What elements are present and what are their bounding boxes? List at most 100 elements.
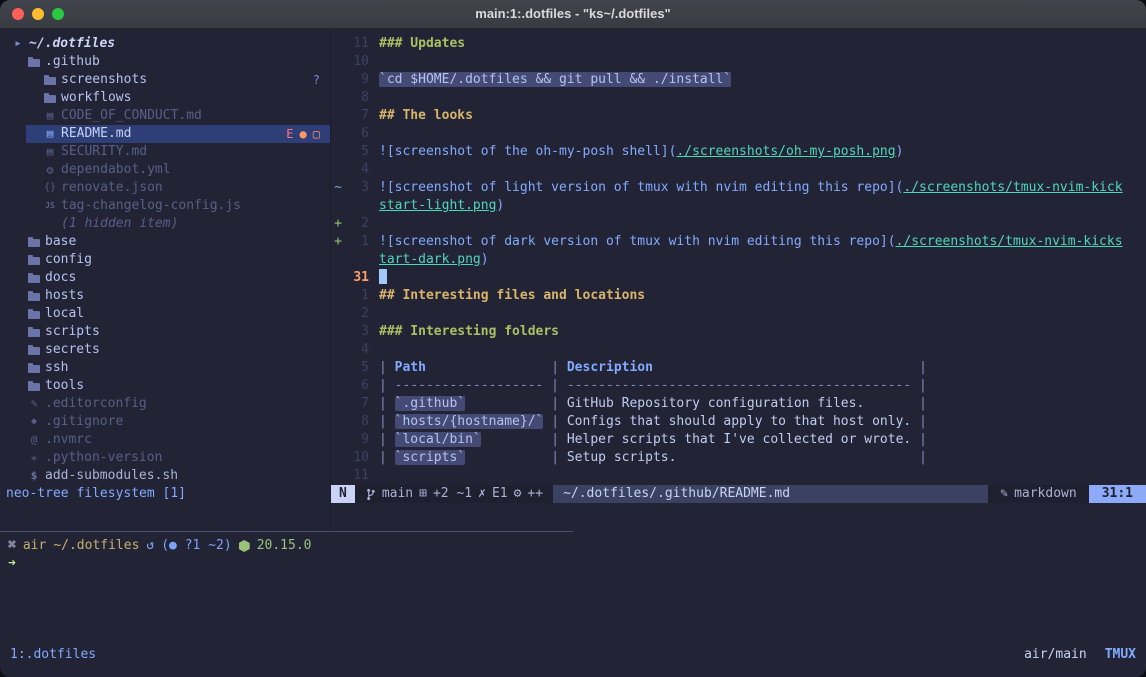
text-span-pipe: | <box>919 396 927 411</box>
tree-item-config[interactable]: config <box>0 251 330 269</box>
none-icon <box>42 215 58 233</box>
text-span-cell: Helper scripts that I've collected or wr… <box>567 432 911 447</box>
tree-item-label: dependabot.yml <box>61 161 171 179</box>
tree-item-base[interactable]: base <box>0 233 330 251</box>
tree-item-security-md[interactable]: SECURITY.md <box>0 143 330 161</box>
tree-item-github[interactable]: .github <box>0 53 330 71</box>
arrow-icon <box>10 35 26 53</box>
tree-item-hosts[interactable]: hosts <box>0 287 330 305</box>
text-span-pipe: | <box>379 432 395 447</box>
text-span-sp <box>676 450 919 465</box>
neotree-statusline: neo-tree filesystem [1] <box>6 485 186 503</box>
line-number: 1 <box>345 233 369 251</box>
editor-line[interactable]: tart-dark.png) <box>331 251 1146 269</box>
current-file-path: ~/.dotfiles/.github/README.md <box>553 485 988 503</box>
tree-item-editorconfig[interactable]: .editorconfig <box>0 395 330 413</box>
editor-line[interactable]: 9| `local/bin` | Helper scripts that I'v… <box>331 431 1146 449</box>
tree-item-label: scripts <box>45 323 100 341</box>
line-text: ### Updates <box>379 35 465 53</box>
git-info-segment: main +2 ~1 E1 ++ <box>355 485 553 503</box>
editor-line[interactable]: 1## Interesting files and locations <box>331 287 1146 305</box>
text-span-code: `local/bin` <box>395 432 481 447</box>
tree-item-gitignore[interactable]: .gitignore <box>0 413 330 431</box>
tree-item-renovate-json[interactable]: renovate.json <box>0 179 330 197</box>
line-text: ![screenshot of light version of tmux wi… <box>379 179 1123 197</box>
editor-line[interactable]: +1![screenshot of dark version of tmux w… <box>331 233 1146 251</box>
editor-line[interactable]: 11 <box>331 467 1146 485</box>
at-icon <box>26 431 42 449</box>
gitsign-column <box>331 197 345 215</box>
gitsign-column <box>331 53 345 71</box>
tree-item-scripts[interactable]: scripts <box>0 323 330 341</box>
gitsign-column <box>331 287 345 305</box>
cursor <box>379 269 387 284</box>
editor-line[interactable]: 10 <box>331 53 1146 71</box>
tree-item-tag-changelog-config-js[interactable]: tag-changelog-config.js <box>0 197 330 215</box>
tree-item-tools[interactable]: tools <box>0 377 330 395</box>
tree-item-dependabot-yml[interactable]: dependabot.yml <box>0 161 330 179</box>
gitsign-column <box>331 413 345 431</box>
editor-line[interactable]: 8| `hosts/{hostname}/` | Configs that sh… <box>331 413 1146 431</box>
line-text: `cd $HOME/.dotfiles && git pull && ./ins… <box>379 71 731 89</box>
tree-item-python-version[interactable]: .python-version <box>0 449 330 467</box>
tree-item-secrets[interactable]: secrets <box>0 341 330 359</box>
editor-line[interactable]: 7## The looks <box>331 107 1146 125</box>
item-badges: ? <box>313 71 320 89</box>
text-span-cell: Setup scripts. <box>567 450 677 465</box>
editor-line[interactable]: 5![screenshot of the oh-my-posh shell](.… <box>331 143 1146 161</box>
shell-pane[interactable]: air ~/.dotfiles (● ?1 ~2) 20.15.0 ➜ <box>0 537 1146 573</box>
text-span-pipe: | <box>551 450 567 465</box>
editor-line[interactable]: 5| Path | Description | <box>331 359 1146 377</box>
tree-item-label: secrets <box>45 341 100 359</box>
editor-line[interactable]: 3### Interesting folders <box>331 323 1146 341</box>
tree-item-label: .python-version <box>45 449 162 467</box>
editor-line[interactable]: 9`cd $HOME/.dotfiles && git pull && ./in… <box>331 71 1146 89</box>
text-span-link: ) <box>481 252 489 267</box>
tree-item-nvmrc[interactable]: .nvmrc <box>0 431 330 449</box>
tree-item-add-submodules-sh[interactable]: add-submodules.sh <box>0 467 330 485</box>
text-span-sp <box>465 450 551 465</box>
editor-line[interactable]: 8 <box>331 89 1146 107</box>
editor-line[interactable]: start-light.png) <box>331 197 1146 215</box>
editor-line[interactable]: 4 <box>331 161 1146 179</box>
tree-item-screenshots[interactable]: screenshots? <box>0 71 330 89</box>
editor-line[interactable]: +2 <box>331 215 1146 233</box>
editor-line[interactable]: 2 <box>331 305 1146 323</box>
tree-item-label: ssh <box>45 359 68 377</box>
text-span-url: ./screenshots/tmux-nvim-kick <box>903 180 1122 195</box>
shell-input-line[interactable]: ➜ <box>0 555 1146 573</box>
line-number: 8 <box>345 89 369 107</box>
tree-item-workflows[interactable]: workflows <box>0 89 330 107</box>
editor-line[interactable]: 6| ------------------- | ---------------… <box>331 377 1146 395</box>
tree-item-1-hidden-item[interactable]: (1 hidden item) <box>0 215 330 233</box>
editor-panel[interactable]: 11### Updates109`cd $HOME/.dotfiles && g… <box>331 29 1146 531</box>
line-number: 2 <box>345 215 369 233</box>
editor-line[interactable]: 7| `.github` | GitHub Repository configu… <box>331 395 1146 413</box>
tree-item-code-of-conduct-md[interactable]: CODE_OF_CONDUCT.md <box>0 107 330 125</box>
tree-item-dotfiles[interactable]: ~/.dotfiles <box>0 35 330 53</box>
text-span-th: Path <box>395 360 426 375</box>
line-text: | Path | Description | <box>379 359 927 377</box>
tree-item-ssh[interactable]: ssh <box>0 359 330 377</box>
editor-line[interactable]: 31 <box>331 269 1146 287</box>
text-span-link: ) <box>896 144 904 159</box>
tree-item-label: renovate.json <box>61 179 163 197</box>
gitsign-column <box>331 161 345 179</box>
editor-line[interactable]: 4 <box>331 341 1146 359</box>
editor-line[interactable]: 11### Updates <box>331 35 1146 53</box>
tree-item-local[interactable]: local <box>0 305 330 323</box>
editor-line[interactable]: ~3![screenshot of light version of tmux … <box>331 179 1146 197</box>
text-span-sp <box>653 360 919 375</box>
editor-line[interactable]: 6 <box>331 125 1146 143</box>
tree-item-readme-md[interactable]: README.mdE●▢ <box>0 125 330 143</box>
tmux-window-name[interactable]: 1:.dotfiles <box>10 646 96 664</box>
tree-item-label: add-submodules.sh <box>45 467 178 485</box>
gitsign-column <box>331 359 345 377</box>
prompt-path: ~/.dotfiles <box>53 537 139 555</box>
refresh-icon <box>146 537 154 555</box>
tree-item-label: base <box>45 233 76 251</box>
text-span-pipe: | <box>379 414 395 429</box>
tree-item-docs[interactable]: docs <box>0 269 330 287</box>
text-span-pipe: | <box>919 360 927 375</box>
editor-line[interactable]: 10| `scripts` | Setup scripts. | <box>331 449 1146 467</box>
